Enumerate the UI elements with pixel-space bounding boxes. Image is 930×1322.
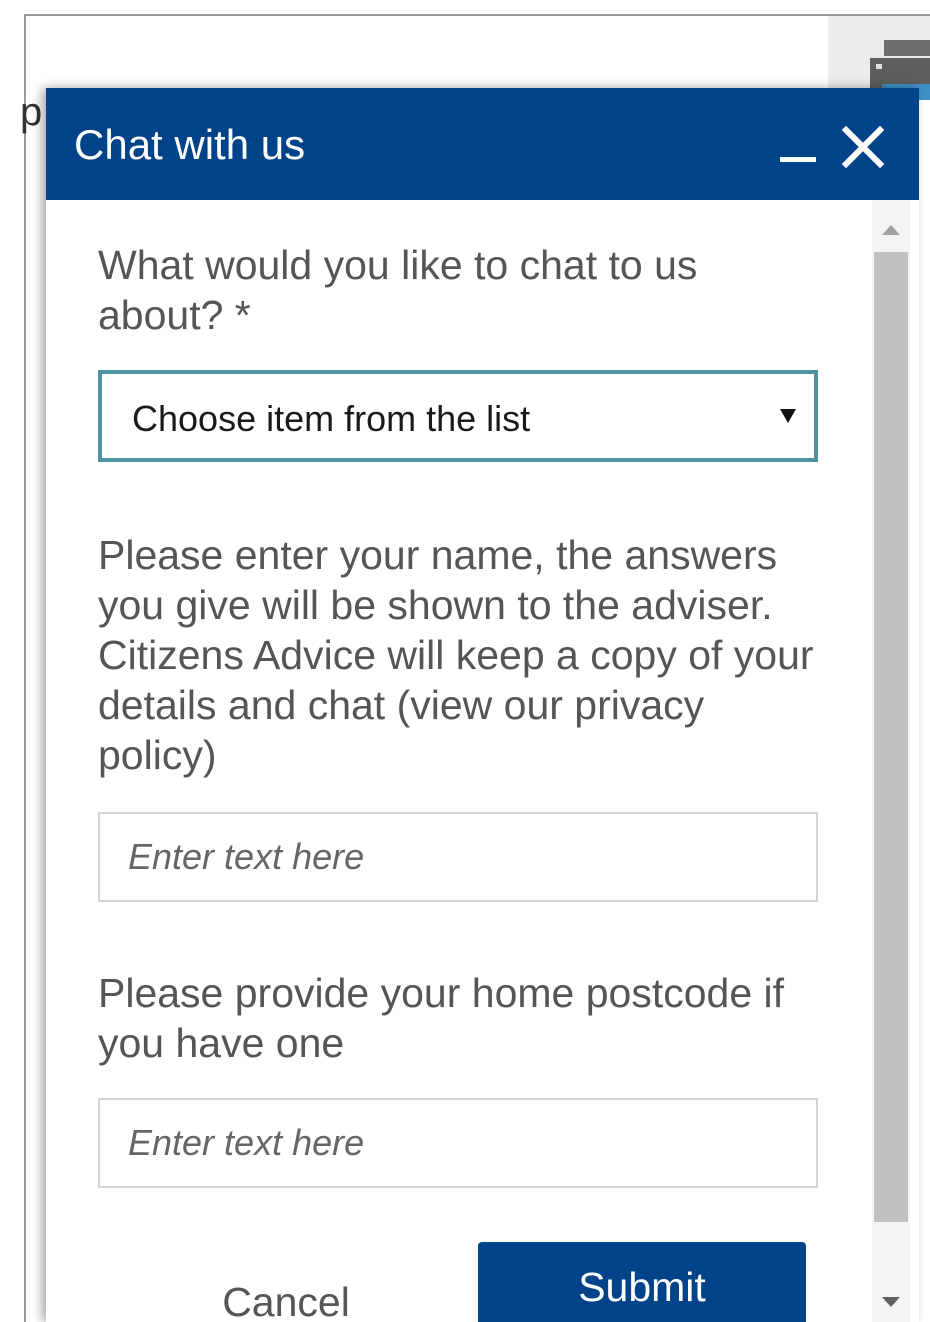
background-text-fragment: p (20, 90, 43, 134)
minimize-button[interactable] (776, 128, 820, 168)
chat-widget: Chat with us What would you like to chat… (46, 88, 919, 1322)
submit-button[interactable]: Submit (478, 1242, 806, 1322)
page-left-border (24, 14, 26, 1322)
scrollbar[interactable] (872, 200, 910, 1322)
page-top-border (24, 14, 930, 16)
triangle-down-icon (780, 409, 796, 423)
scroll-up-icon[interactable] (880, 222, 902, 238)
chat-title: Chat with us (74, 121, 306, 168)
topic-select-value: Choose item from the list (132, 398, 531, 439)
topic-label: What would you like to chat to us about?… (98, 242, 698, 338)
scrollbar-thumb[interactable] (874, 252, 908, 1222)
cancel-button[interactable]: Cancel (196, 1272, 376, 1322)
scroll-down-icon[interactable] (880, 1294, 902, 1310)
postcode-input[interactable] (98, 1098, 818, 1188)
name-label: Please enter your name, the answers you … (98, 532, 814, 778)
topic-select[interactable]: Choose item from the list (98, 370, 818, 462)
chat-form: What would you like to chat to us about?… (46, 200, 919, 1322)
minimize-icon (780, 157, 816, 162)
chat-header: Chat with us (46, 88, 919, 200)
name-input[interactable] (98, 812, 818, 902)
postcode-label: Please provide your home postcode if you… (98, 970, 785, 1066)
close-icon[interactable] (840, 124, 886, 170)
